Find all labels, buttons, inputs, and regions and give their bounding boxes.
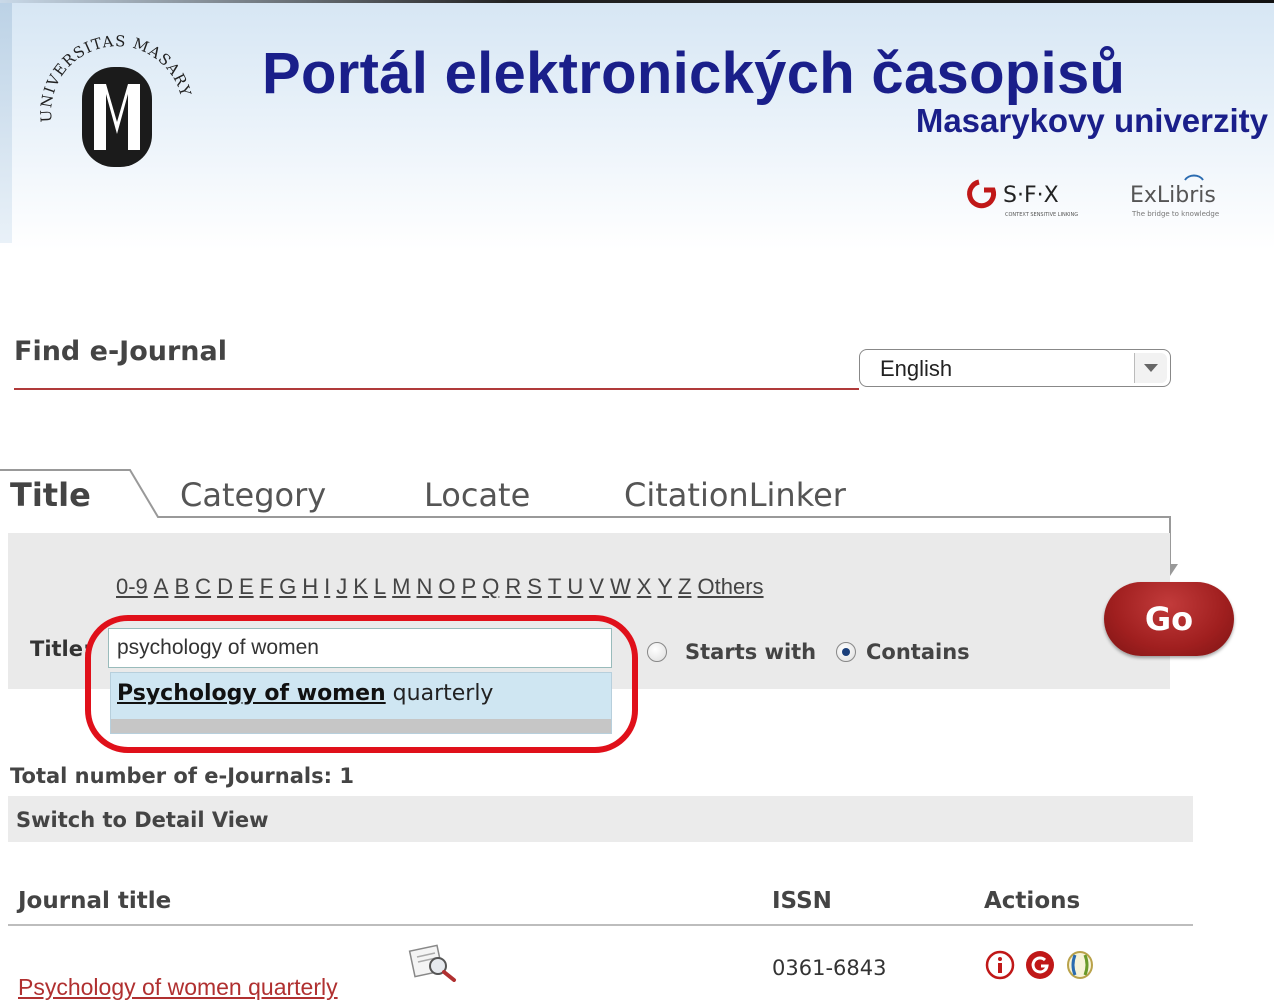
results-total-count: Total number of e-Journals: 1: [10, 764, 354, 788]
find-ejournal-heading: Find e-Journal: [14, 336, 227, 367]
document-preview-icon[interactable]: [408, 944, 460, 982]
title-field-label: Title:: [30, 637, 92, 661]
language-select[interactable]: English: [859, 349, 1171, 387]
tab-locate[interactable]: Locate: [424, 476, 530, 514]
alpha-link-d[interactable]: D: [217, 574, 233, 599]
alpha-link-m[interactable]: M: [392, 574, 410, 599]
alpha-link-g[interactable]: G: [279, 574, 296, 599]
info-icon[interactable]: [985, 950, 1015, 980]
dropdown-arrow-icon[interactable]: [1134, 353, 1167, 383]
column-header-journal-title: Journal title: [18, 888, 172, 914]
alphabet-index: 0-9 A B C D E F G H I J K L M N O P Q R S T U V W X Y Z Others: [116, 574, 770, 600]
alpha-link-others[interactable]: Others: [698, 574, 764, 599]
heading-divider: [14, 388, 859, 390]
portal-subtitle: Masarykovy univerzity: [915, 102, 1268, 139]
alpha-link-y[interactable]: Y: [657, 574, 672, 599]
alpha-link-p[interactable]: P: [462, 574, 477, 599]
alpha-link-s[interactable]: S: [527, 574, 542, 599]
alpha-link-u[interactable]: U: [567, 574, 583, 599]
alpha-link-i[interactable]: I: [324, 574, 330, 599]
alpha-link-v[interactable]: V: [589, 574, 604, 599]
table-header-divider: [8, 924, 1193, 926]
tab-category[interactable]: Category: [180, 476, 326, 514]
exlibris-logo[interactable]: ExLibris The bridge to knowledge: [1130, 172, 1240, 222]
header-top-line: [0, 0, 1274, 3]
portal-title: Portál elektronických časopisů: [262, 41, 1126, 106]
journal-title-link[interactable]: Psychology of women quarterly: [18, 974, 338, 1001]
exlibris-tagline: The bridge to knowledge: [1131, 210, 1219, 218]
go-button[interactable]: Go: [1104, 582, 1234, 656]
alpha-link-o[interactable]: O: [438, 574, 455, 599]
starts-with-label[interactable]: Starts with: [685, 640, 816, 664]
alpha-link-c[interactable]: C: [195, 574, 211, 599]
sfx-icon[interactable]: [1024, 950, 1056, 980]
sfx-tagline: CONTEXT SENSITIVE LINKING: [1005, 212, 1078, 218]
alpha-link-r[interactable]: R: [505, 574, 521, 599]
language-selected-value: English: [880, 356, 953, 381]
column-header-issn: ISSN: [772, 888, 832, 914]
alpha-link-x[interactable]: X: [637, 574, 652, 599]
alpha-link-k[interactable]: K: [353, 574, 368, 599]
exlibris-icon[interactable]: [1064, 950, 1096, 980]
contains-label[interactable]: Contains: [866, 640, 970, 664]
alpha-link-a[interactable]: A: [154, 574, 169, 599]
highlight-annotation-ring: [85, 615, 638, 753]
alpha-link-j[interactable]: J: [336, 574, 347, 599]
alpha-link-q[interactable]: Q: [482, 574, 499, 599]
alpha-link-f[interactable]: F: [260, 574, 273, 599]
tab-citationlinker[interactable]: CitationLinker: [624, 476, 846, 514]
tab-title[interactable]: Title: [10, 476, 91, 514]
sfx-logo[interactable]: S·F·X CONTEXT SENSITIVE LINKING: [965, 172, 1115, 222]
starts-with-radio[interactable]: [647, 642, 667, 662]
header-left-strip: [0, 3, 12, 243]
alpha-link-l[interactable]: L: [374, 574, 386, 599]
alpha-link-0-9[interactable]: 0-9: [116, 574, 148, 599]
site-header: UNIVERSITAS MASARYKIANA BRUNENSIS Portál…: [0, 0, 1274, 250]
exlibris-logo-text: ExLibris: [1130, 183, 1216, 208]
issn-value: 0361-6843: [772, 956, 887, 980]
alpha-link-t[interactable]: T: [548, 574, 561, 599]
column-header-actions: Actions: [984, 888, 1081, 914]
alpha-link-e[interactable]: E: [239, 574, 254, 599]
contains-radio[interactable]: [836, 642, 856, 662]
alpha-link-h[interactable]: H: [302, 574, 318, 599]
alpha-link-z[interactable]: Z: [678, 574, 691, 599]
alpha-link-w[interactable]: W: [610, 574, 631, 599]
university-logo[interactable]: UNIVERSITAS MASARYKIANA BRUNENSIS: [22, 22, 207, 207]
alpha-link-b[interactable]: B: [174, 574, 189, 599]
switch-detail-view-link[interactable]: Switch to Detail View: [16, 808, 269, 832]
sfx-logo-text: S·F·X: [1003, 183, 1059, 208]
alpha-link-n[interactable]: N: [417, 574, 433, 599]
